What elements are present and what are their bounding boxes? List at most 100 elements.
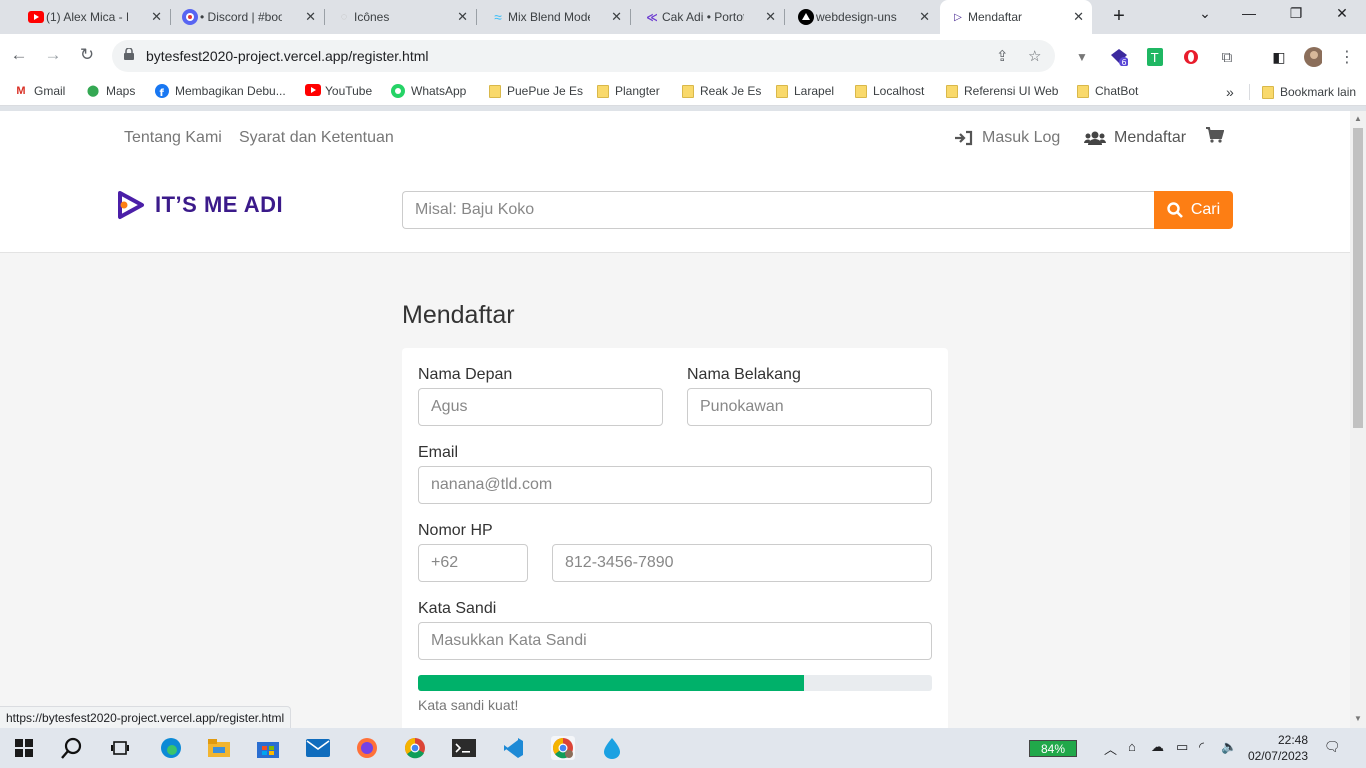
- search-button[interactable]: Cari: [1154, 191, 1233, 229]
- bookmark-folder[interactable]: Referensi UI Web: [946, 84, 1058, 98]
- terminal-icon[interactable]: [452, 736, 476, 760]
- browser-tab-active[interactable]: ▷ Mendaftar ✕: [940, 0, 1092, 34]
- close-tab-icon[interactable]: ✕: [611, 9, 622, 25]
- page-scrollbar[interactable]: ▲ ▼: [1350, 111, 1366, 728]
- usb-icon[interactable]: ⌂: [1128, 739, 1136, 754]
- search-input[interactable]: [402, 191, 1155, 229]
- tab-separator: [784, 9, 785, 25]
- register-label: Mendaftar: [1114, 129, 1187, 146]
- lock-icon[interactable]: [124, 48, 134, 60]
- tab-search-chevron-icon[interactable]: ⌄: [1185, 5, 1225, 22]
- task-view-icon[interactable]: [108, 736, 132, 760]
- bookmark-folder[interactable]: ChatBot: [1077, 84, 1138, 98]
- microsoft-store-icon[interactable]: [256, 736, 280, 760]
- windows-start-icon[interactable]: [12, 736, 36, 760]
- new-tab-button[interactable]: +: [1106, 5, 1132, 29]
- bookmark-folder[interactable]: Plangter: [597, 84, 660, 98]
- logo-text: IT’S ME ADI: [155, 192, 284, 217]
- first-name-field[interactable]: [418, 388, 663, 426]
- close-tab-icon[interactable]: ✕: [305, 9, 316, 25]
- bookmark-maps[interactable]: ⬤ Maps: [86, 84, 136, 98]
- browser-tab[interactable]: ≪ Cak Adi • Portof ✕: [634, 0, 785, 34]
- bookmark-folder[interactable]: Reak Je Es: [682, 84, 761, 98]
- side-panel-icon[interactable]: ◧: [1270, 48, 1288, 66]
- site-logo[interactable]: IT’S ME ADI: [117, 190, 283, 220]
- bookmark-folder[interactable]: Localhost: [855, 84, 924, 98]
- vercel-icon: [798, 9, 814, 25]
- restore-button[interactable]: ❐: [1276, 5, 1316, 22]
- address-bar[interactable]: bytesfest2020-project.vercel.app/registe…: [112, 40, 1055, 72]
- extension-gem-icon[interactable]: 6: [1110, 48, 1128, 66]
- nav-terms-link[interactable]: Syarat dan Ketentuan: [239, 129, 394, 147]
- battery-icon[interactable]: ▭: [1176, 739, 1188, 755]
- firefox-icon[interactable]: [355, 736, 379, 760]
- browser-tab[interactable]: webdesign-uns ✕: [788, 0, 938, 34]
- bookmark-star-icon[interactable]: ☆: [1028, 47, 1041, 65]
- last-name-field[interactable]: [687, 388, 932, 426]
- minimize-button[interactable]: —: [1229, 5, 1269, 21]
- close-tab-icon[interactable]: ✕: [151, 9, 162, 25]
- menu-kebab-icon[interactable]: ⋮: [1338, 48, 1356, 66]
- battery-indicator[interactable]: 84%: [1029, 740, 1077, 757]
- close-tab-icon[interactable]: ✕: [919, 9, 930, 25]
- bookmark-youtube[interactable]: YouTube: [305, 84, 372, 98]
- nav-about-link[interactable]: Tentang Kami: [124, 129, 222, 147]
- edge-icon[interactable]: [159, 736, 183, 760]
- system-clock[interactable]: 22:48 02/07/2023: [1244, 732, 1308, 764]
- phone-code-field[interactable]: [418, 544, 528, 582]
- share-icon[interactable]: ⇪: [996, 47, 1009, 65]
- status-url-bubble: https://bytesfest2020-project.vercel.app…: [0, 706, 292, 728]
- password-field[interactable]: [418, 622, 932, 660]
- close-window-button[interactable]: ✕: [1322, 5, 1362, 22]
- bookmark-label: Maps: [106, 84, 136, 98]
- url-text[interactable]: bytesfest2020-project.vercel.app/registe…: [146, 48, 428, 64]
- search-icon[interactable]: [60, 736, 84, 760]
- scrollbar-thumb[interactable]: [1353, 128, 1363, 428]
- app-drop-icon[interactable]: [600, 736, 624, 760]
- login-link[interactable]: Masuk Log: [954, 129, 1060, 147]
- bookmark-folder[interactable]: Larapel: [776, 84, 834, 98]
- register-link[interactable]: Mendaftar: [1084, 129, 1186, 147]
- extension-t-icon[interactable]: T: [1146, 48, 1164, 66]
- browser-tab[interactable]: (1) Alex Mica - D ✕: [18, 0, 171, 34]
- file-explorer-icon[interactable]: [207, 736, 231, 760]
- show-hidden-icons-chevron-icon[interactable]: ︿: [1104, 739, 1117, 758]
- extension-v-icon[interactable]: ▼: [1073, 48, 1091, 66]
- scroll-up-arrow-icon[interactable]: ▲: [1354, 114, 1362, 123]
- bookmark-facebook[interactable]: f Membagikan Debu...: [155, 84, 286, 99]
- windows-taskbar: 84% ︿ ⌂ ☁ ▭ ◜ 🔈 22:48 02/07/2023 🗨: [0, 728, 1366, 768]
- close-tab-icon[interactable]: ✕: [765, 9, 776, 25]
- browser-tab[interactable]: ◌ Icônes ✕: [326, 0, 477, 34]
- bookmark-gmail[interactable]: M Gmail: [14, 84, 65, 98]
- phone-number-field[interactable]: [552, 544, 932, 582]
- wifi-icon[interactable]: ◜: [1199, 739, 1204, 755]
- mail-icon[interactable]: [306, 736, 330, 760]
- volume-icon[interactable]: 🔈: [1221, 739, 1237, 755]
- chrome-active-icon[interactable]: [551, 736, 575, 760]
- reload-button[interactable]: ↻: [76, 45, 98, 65]
- browser-tab[interactable]: ≈ Mix Blend Mode ✕: [480, 0, 631, 34]
- more-bookmarks-button[interactable]: »: [1226, 84, 1234, 100]
- bookmark-label: ChatBot: [1095, 84, 1139, 98]
- tab-title: Mendaftar: [968, 10, 1023, 24]
- onedrive-cloud-icon[interactable]: ☁: [1151, 739, 1164, 755]
- bookmark-whatsapp[interactable]: WhatsApp: [391, 84, 466, 98]
- profile-avatar[interactable]: [1304, 47, 1322, 67]
- cart-icon[interactable]: [1206, 127, 1224, 143]
- email-field[interactable]: [418, 466, 932, 504]
- bookmark-folder[interactable]: PuePue Je Es: [489, 84, 583, 98]
- other-bookmarks[interactable]: Bookmark lain: [1249, 84, 1356, 100]
- notifications-icon[interactable]: 🗨: [1324, 739, 1341, 755]
- scroll-down-arrow-icon[interactable]: ▼: [1354, 714, 1362, 723]
- close-tab-icon[interactable]: ✕: [457, 9, 468, 25]
- back-button[interactable]: ←: [8, 45, 30, 65]
- facebook-icon: f: [155, 84, 169, 99]
- forward-button[interactable]: →: [42, 45, 64, 65]
- extension-opera-icon[interactable]: [1182, 48, 1200, 66]
- browser-tab[interactable]: • Discord | #boo ✕: [172, 0, 325, 34]
- vscode-icon[interactable]: [501, 736, 525, 760]
- extensions-puzzle-icon[interactable]: ⧉: [1218, 48, 1236, 66]
- chrome-icon[interactable]: [403, 736, 427, 760]
- folder-icon: [597, 84, 609, 98]
- close-tab-icon[interactable]: ✕: [1073, 9, 1084, 25]
